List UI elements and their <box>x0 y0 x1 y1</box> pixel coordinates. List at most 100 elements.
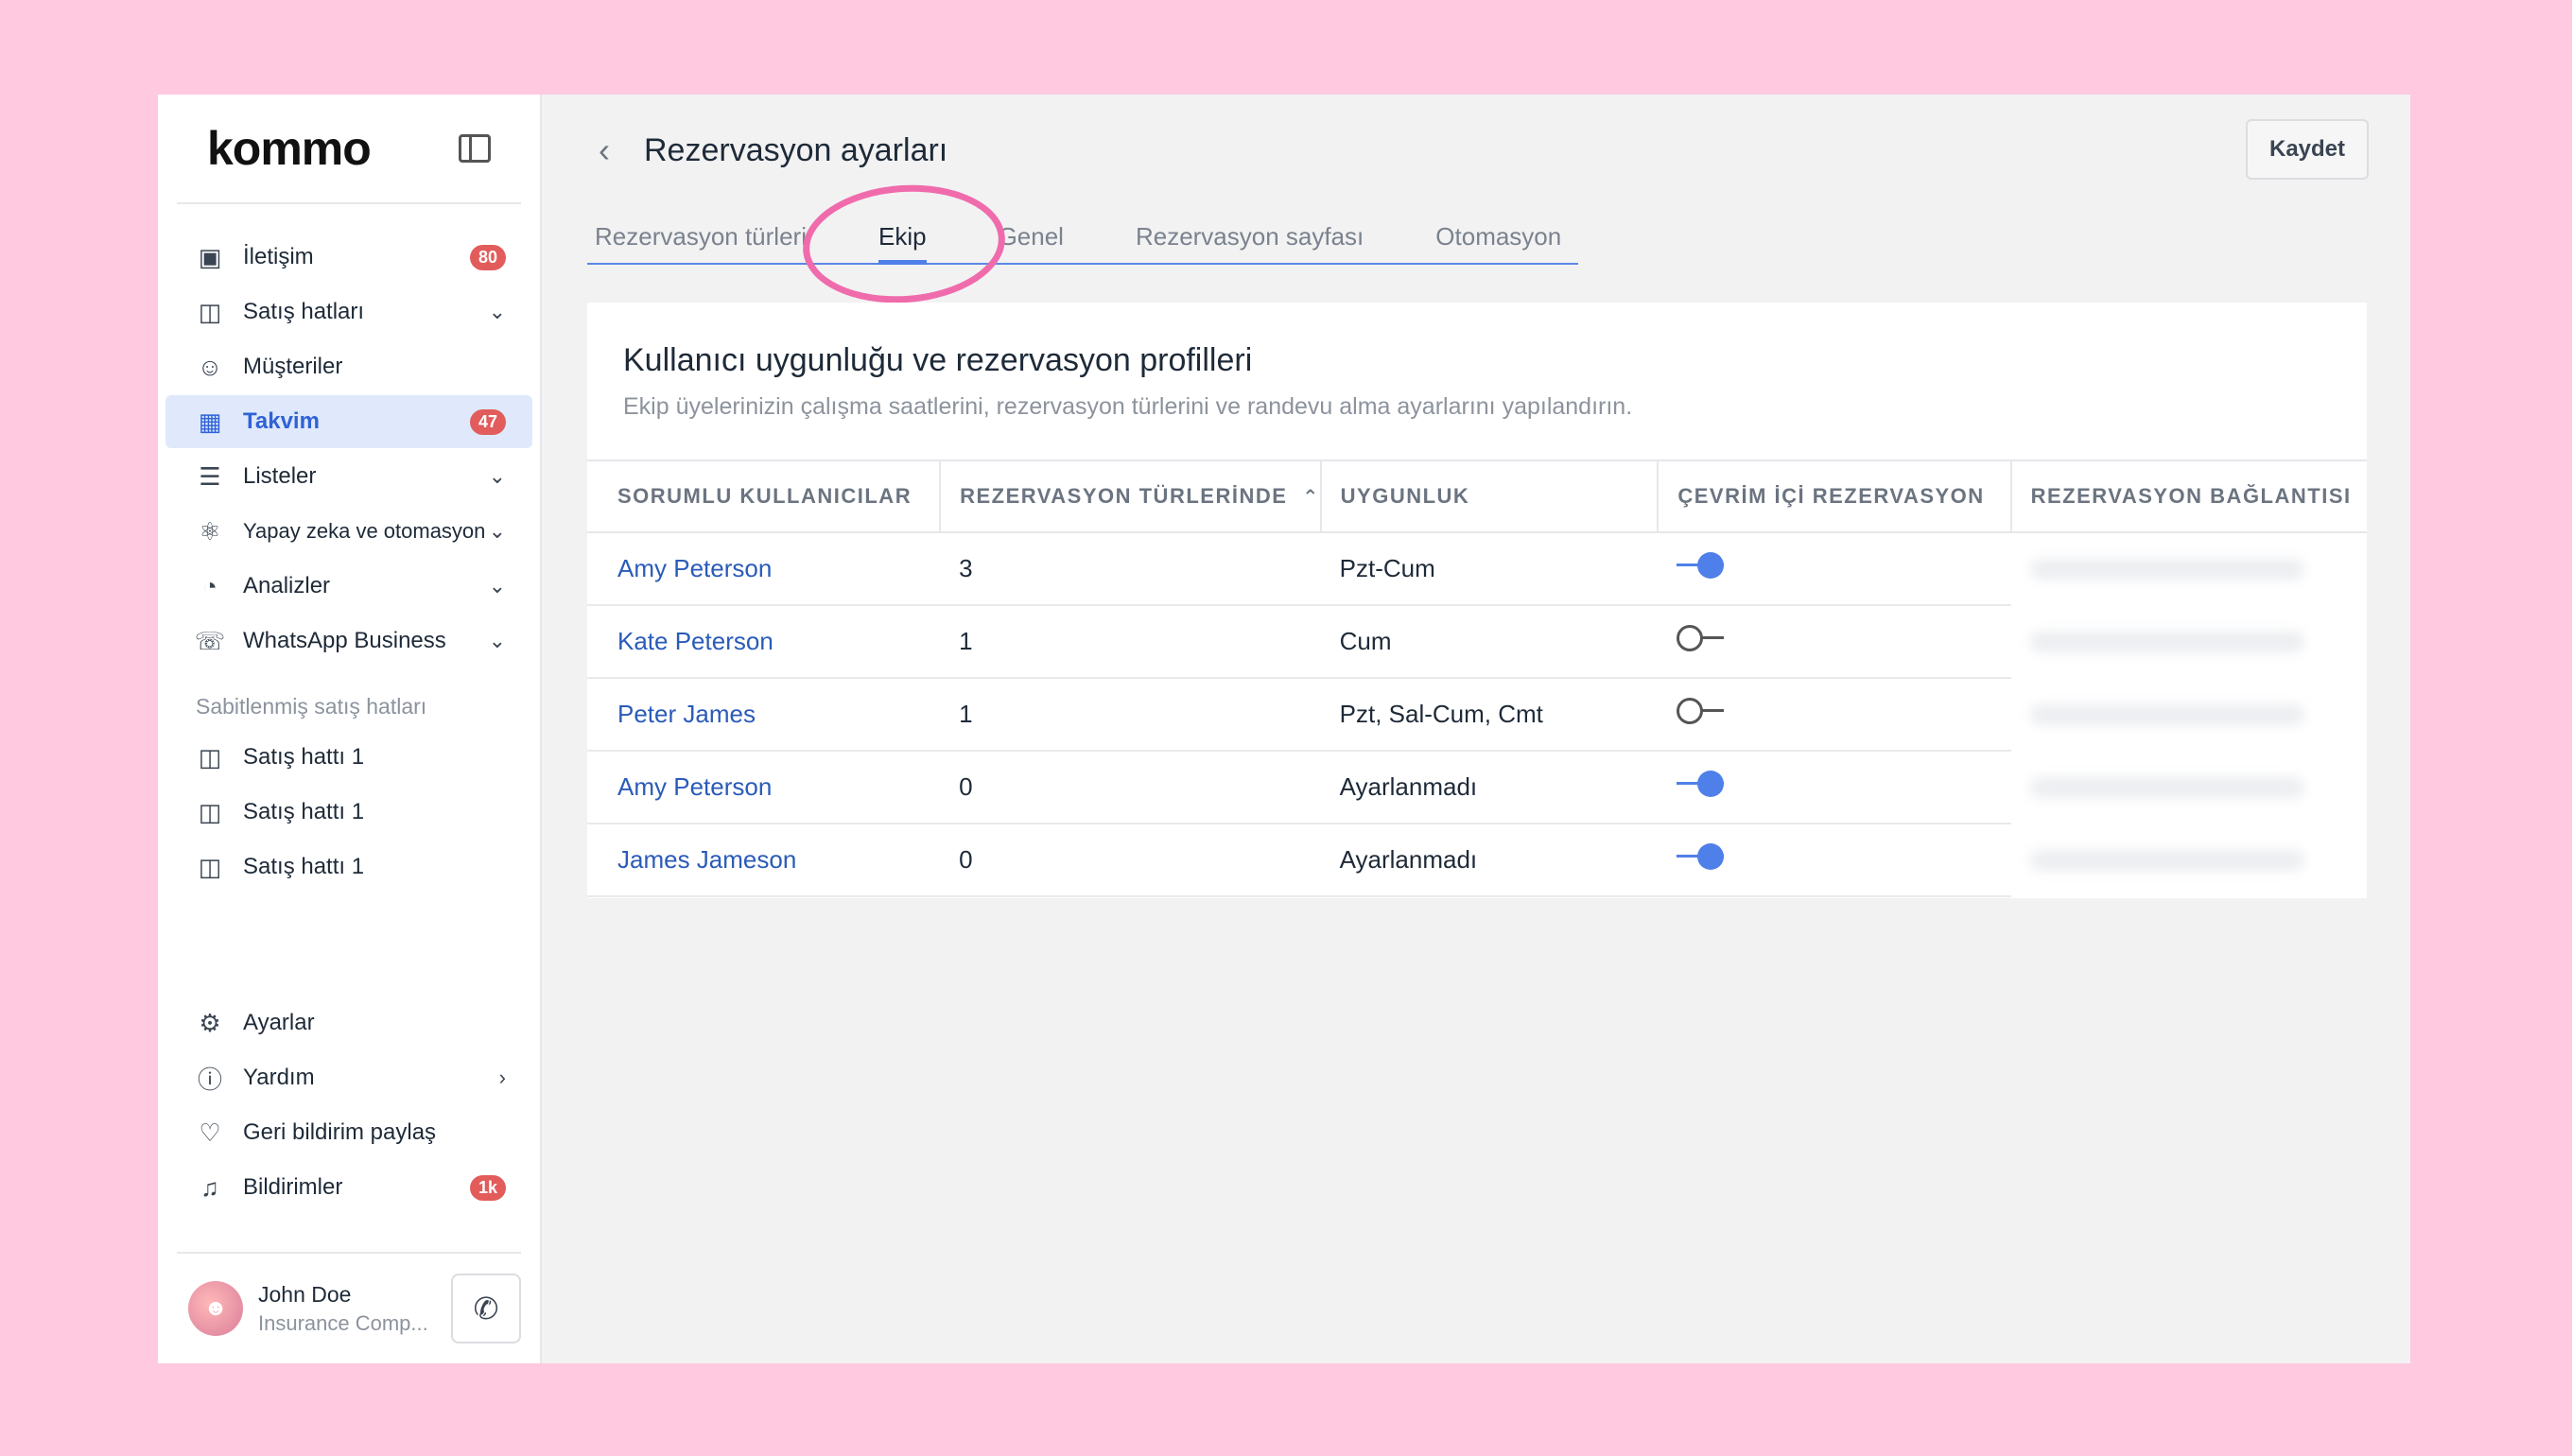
online-booking-toggle[interactable] <box>1677 551 1725 580</box>
sidebar-item-label: İletişim <box>243 244 314 269</box>
tab-bar: Rezervasyon türleri Ekip Genel Rezervasy… <box>587 210 1579 265</box>
chat-icon: ▣ <box>198 242 222 271</box>
sidebar-item-analizler[interactable]: ◔ Analizler ⌄ <box>165 560 532 613</box>
pinned-pipeline-item[interactable]: ◫ Satış hattı 1 <box>165 731 532 784</box>
sidebar-item-label: Analizler <box>243 573 331 598</box>
chevron-down-icon[interactable]: ⌄ <box>489 629 506 653</box>
sort-asc-icon[interactable]: ⌃ <box>1302 487 1319 508</box>
availability-value: Pzt, Sal-Cum, Cmt <box>1320 678 1659 752</box>
column-header[interactable]: ÇEVRİM İÇİ REZERVASYON <box>1658 459 2012 533</box>
sidebar-item-whatsapp[interactable]: ☏ WhatsApp Business ⌄ <box>165 615 532 667</box>
online-booking-cell <box>1658 532 2011 606</box>
user-info: John Doe Insurance Comp... <box>258 1282 428 1336</box>
online-booking-toggle[interactable] <box>1677 842 1725 871</box>
column-header[interactable]: REZERVASYON BAĞLANTISI <box>2010 459 2367 533</box>
chart-icon: ◔ <box>202 571 217 600</box>
bottom-nav: ⚙ Ayarlar ⓘ Yardım › ♡ Geri bildirim pay… <box>158 995 540 1216</box>
column-header-sortable[interactable]: REZERVASYON TÜRLERİNDE ⌃ <box>940 459 1322 533</box>
bell-icon: ♫ <box>200 1172 219 1202</box>
team-table: SORUMLU KULLANICILAR REZERVASYON TÜRLERİ… <box>587 459 2367 897</box>
availability-value: Pzt-Cum <box>1320 532 1659 606</box>
table-row: Amy Peterson 3 Pzt-Cum <box>587 532 2367 606</box>
main-nav: ▣ İletişim 80 ◫ Satış hatları ⌄ ☺ Müşter… <box>158 204 540 893</box>
pinned-pipeline-item[interactable]: ◫ Satış hattı 1 <box>165 786 532 839</box>
column-header[interactable]: UYGUNLUK <box>1320 459 1660 533</box>
pipeline-icon: ◫ <box>198 742 222 771</box>
online-booking-cell <box>1658 678 2011 752</box>
user-link[interactable]: Amy Peterson <box>587 532 941 606</box>
sidebar-item-label: Geri bildirim paylaş <box>243 1119 437 1145</box>
sidebar-item-label: WhatsApp Business <box>243 628 446 653</box>
online-booking-cell <box>1658 751 2011 824</box>
chevron-down-icon[interactable]: ⌄ <box>489 519 506 544</box>
unread-badge: 80 <box>469 244 506 270</box>
online-booking-toggle[interactable] <box>1677 770 1725 798</box>
logo: kommo <box>207 122 372 175</box>
sidebar-collapse-icon[interactable] <box>459 134 491 163</box>
sidebar-item-yapay-zeka[interactable]: ⚛ Yapay zeka ve otomasyon ⌄ <box>165 505 532 558</box>
sidebar-item-label: Bildirimler <box>243 1174 343 1200</box>
online-booking-toggle[interactable] <box>1677 624 1725 652</box>
phone-icon: ✆ <box>473 1291 499 1326</box>
phone-button[interactable]: ✆ <box>451 1274 521 1343</box>
booking-link-blurred <box>2010 532 2367 605</box>
table-row: James Jameson 0 Ayarlanmadı <box>587 823 2367 897</box>
user-link[interactable]: Kate Peterson <box>587 605 941 679</box>
sidebar-item-takvim[interactable]: ▦ Takvim 47 <box>165 395 532 448</box>
sidebar-item-satis-hatlari[interactable]: ◫ Satış hatları ⌄ <box>165 286 532 338</box>
booking-link-blurred <box>2010 751 2367 823</box>
sidebar-item-listeler[interactable]: ☰ Listeler ⌄ <box>165 450 532 503</box>
save-button[interactable]: Kaydet <box>2246 119 2369 180</box>
user-profile[interactable]: ☻ John Doe Insurance Comp... ✆ <box>177 1252 521 1363</box>
pipeline-icon: ◫ <box>198 297 222 326</box>
page-header: ‹ Rezervasyon ayarları <box>599 130 947 170</box>
sidebar-header: kommo <box>177 95 521 204</box>
sidebar-item-label: Listeler <box>243 463 317 489</box>
column-header[interactable]: SORUMLU KULLANICILAR <box>587 459 942 533</box>
online-booking-cell <box>1658 823 2011 897</box>
pinned-pipeline-item[interactable]: ◫ Satış hattı 1 <box>165 841 532 893</box>
chevron-right-icon[interactable]: › <box>499 1066 506 1090</box>
booking-link-blurred <box>2010 605 2367 678</box>
online-booking-toggle[interactable] <box>1677 697 1725 725</box>
tab-rezervasyon-turleri[interactable]: Rezervasyon türleri <box>587 210 814 263</box>
sidebar-item-yardim[interactable]: ⓘ Yardım › <box>165 1051 532 1104</box>
table-row: Kate Peterson 1 Cum <box>587 605 2367 679</box>
chevron-down-icon[interactable]: ⌄ <box>489 464 506 489</box>
sidebar-item-musteriler[interactable]: ☺ Müşteriler <box>165 340 532 393</box>
tab-otomasyon[interactable]: Otomasyon <box>1428 210 1569 263</box>
pipeline-icon: ◫ <box>198 797 222 826</box>
avatar: ☻ <box>188 1281 243 1336</box>
user-link[interactable]: James Jameson <box>587 823 941 897</box>
availability-value: Cum <box>1320 605 1659 679</box>
tab-rezervasyon-sayfasi[interactable]: Rezervasyon sayfası <box>1128 210 1371 263</box>
back-icon[interactable]: ‹ <box>599 130 610 170</box>
column-header-label: REZERVASYON TÜRLERİNDE <box>960 484 1288 508</box>
user-link[interactable]: Peter James <box>587 678 941 752</box>
team-card: Kullanıcı uygunluğu ve rezervasyon profi… <box>587 303 2367 898</box>
sidebar-item-label: Satış hattı 1 <box>243 854 365 879</box>
sidebar-item-label: Satış hatları <box>243 299 365 324</box>
users-icon: ☺ <box>197 352 223 381</box>
chevron-down-icon[interactable]: ⌄ <box>489 574 506 598</box>
sidebar-item-ayarlar[interactable]: ⚙ Ayarlar <box>165 997 532 1049</box>
heart-icon: ♡ <box>199 1118 221 1147</box>
card-subtitle: Ekip üyelerinizin çalışma saatlerini, re… <box>623 393 1633 420</box>
table-header-row: SORUMLU KULLANICILAR REZERVASYON TÜRLERİ… <box>587 459 2367 533</box>
user-company: Insurance Comp... <box>258 1310 428 1335</box>
whatsapp-icon: ☏ <box>194 626 226 655</box>
booking-type-count: 0 <box>940 751 1321 824</box>
sidebar: kommo ▣ İletişim 80 ◫ Satış hatları ⌄ ☺ … <box>158 95 542 1363</box>
sidebar-item-geri-bildirim[interactable]: ♡ Geri bildirim paylaş <box>165 1106 532 1159</box>
sidebar-item-label: Yapay zeka ve otomasyon <box>243 519 486 543</box>
sidebar-item-label: Satış hattı 1 <box>243 744 365 770</box>
pinned-section-label: Sabitlenmiş satış hatları <box>196 694 427 719</box>
sidebar-item-bildirimler[interactable]: ♫ Bildirimler 1k <box>165 1161 532 1214</box>
calendar-icon: ▦ <box>198 407 222 436</box>
availability-value: Ayarlanmadı <box>1320 751 1659 824</box>
user-link[interactable]: Amy Peterson <box>587 751 941 824</box>
sidebar-item-iletisim[interactable]: ▣ İletişim 80 <box>165 231 532 284</box>
chevron-down-icon[interactable]: ⌄ <box>489 300 506 324</box>
sidebar-item-label: Satış hattı 1 <box>243 799 365 824</box>
page-title: Rezervasyon ayarları <box>644 131 948 168</box>
